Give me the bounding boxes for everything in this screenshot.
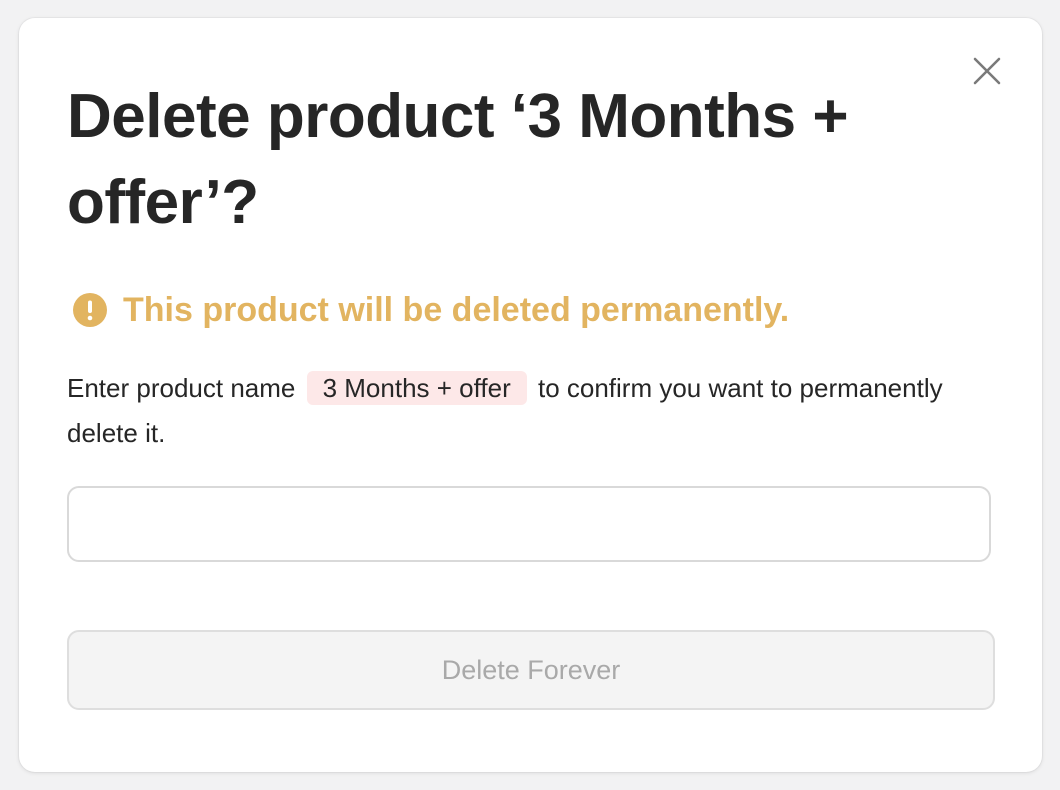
- confirmation-instructions: Enter product name 3 Months + offer to c…: [67, 366, 967, 456]
- exclamation-circle-icon: [73, 293, 107, 327]
- product-name-chip: 3 Months + offer: [306, 371, 527, 405]
- modal-title: Delete product ‘3 Months + offer’?: [67, 82, 849, 237]
- product-name-confirm-input[interactable]: [67, 486, 991, 562]
- delete-forever-button[interactable]: Delete Forever: [67, 630, 995, 710]
- warning-text: This product will be deleted permanently…: [123, 290, 790, 329]
- instructions-text-before: Enter product name: [67, 373, 296, 403]
- delete-product-modal: Delete product ‘3 Months + offer’? This …: [19, 18, 1042, 772]
- close-button[interactable]: [971, 55, 1003, 87]
- close-icon: [973, 57, 1001, 85]
- warning-message: This product will be deleted permanently…: [73, 290, 789, 330]
